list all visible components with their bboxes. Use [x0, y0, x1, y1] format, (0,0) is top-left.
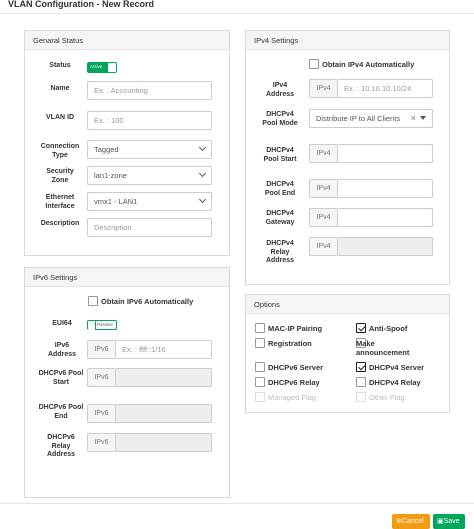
vlan-id-input[interactable]: Ex. : 100	[87, 111, 212, 130]
vlan-id-label: VLAN ID	[46, 114, 74, 121]
ipv4-settings-header: IPv4 Settings	[246, 31, 449, 50]
dhcpv4-pool-start-input[interactable]	[337, 144, 433, 163]
dhcpv6-server-label: DHCPv6 Server	[268, 363, 324, 372]
obtain-ipv6-checkbox[interactable]	[88, 296, 98, 306]
dhcpv6-pool-end-label: DHCPv6 Pool End	[38, 404, 84, 420]
status-toggle-knob	[108, 63, 116, 72]
dhcpv6-relay-label: DHCPv6 Relay Address	[46, 434, 75, 459]
anti-spoof-checkbox[interactable]	[356, 323, 366, 333]
ipv4-address-input[interactable]: Ex. : 10.10.10.10/24	[337, 79, 433, 98]
window-titlebar: VLAN Configuration - New Record	[0, 0, 474, 14]
dhcpv4-relay-label: DHCPv4 Relay Address	[265, 240, 294, 265]
dhcpv6-pool-start-input	[115, 368, 212, 387]
dhcpv6-pool-end-addon: IPv6	[87, 404, 115, 423]
cancel-button[interactable]: ⊘Cancel	[392, 514, 430, 529]
other-flag-label: Other Flag	[369, 393, 405, 402]
make-announcement-label: Make announcement	[356, 339, 410, 357]
cancel-button-label: Cancel	[401, 518, 424, 525]
obtain-ipv4-checkbox[interactable]	[309, 59, 319, 69]
chevron-down-icon	[198, 143, 207, 152]
dhcpv4-pool-mode-select[interactable]: Distribute IP to All Clients ×	[309, 109, 433, 128]
dhcpv4-pool-mode-value: Distribute IP to All Clients	[316, 114, 401, 123]
eui64-toggle[interactable]: Passive	[87, 320, 117, 330]
security-zone-value: lan1-zone	[94, 171, 127, 180]
chevron-down-icon	[198, 169, 207, 178]
dhcpv6-server-checkbox[interactable]	[255, 362, 265, 372]
chevron-down-icon	[198, 195, 207, 204]
dhcpv6-relay-option-label: DHCPv6 Relay	[268, 378, 320, 387]
save-button[interactable]: ▣Save	[433, 514, 465, 529]
obtain-ipv6-label: Obtain IPv6 Automatically	[101, 297, 194, 306]
dhcpv4-relay-option-label: DHCPv4 Relay	[369, 378, 421, 387]
dhcpv4-pool-end-label: DHCPv4 Pool End	[264, 181, 296, 197]
ipv4-address-label: IPv4 Address	[265, 82, 294, 98]
save-button-label: Save	[443, 518, 460, 525]
dhcpv4-gateway-input[interactable]	[337, 208, 433, 227]
dhcpv4-pool-end-input[interactable]	[337, 179, 433, 198]
dhcpv4-gateway-label: DHCPv4 Gateway	[265, 210, 295, 226]
close-icon[interactable]: ×	[411, 110, 416, 127]
name-input[interactable]: Ex. : Accounting	[87, 81, 212, 100]
dhcpv6-relay-checkbox[interactable]	[255, 377, 265, 387]
window-title: VLAN Configuration - New Record	[8, 0, 154, 9]
ethernet-interface-select[interactable]: vmx1 - LAN1	[87, 192, 212, 211]
ipv6-address-input[interactable]: Ex. : ffff::1/16	[115, 340, 212, 359]
dhcpv6-relay-addon: IPv6	[87, 433, 115, 452]
description-input[interactable]: Description	[87, 218, 212, 237]
dhcpv6-pool-end-input	[115, 404, 212, 423]
dhcpv4-gateway-addon: IPv4	[309, 208, 337, 227]
ethernet-interface-value: vmx1 - LAN1	[94, 197, 138, 206]
dhcpv4-relay-input	[337, 237, 433, 256]
status-toggle[interactable]: Active	[87, 62, 117, 73]
security-zone-label: Security Zone	[46, 168, 74, 184]
chevron-down-icon	[420, 116, 426, 120]
ipv6-settings-header: IPv6 Settings	[25, 268, 229, 287]
ipv4-address-addon: IPv4	[309, 79, 337, 98]
dhcpv4-server-label: DHCPv4 Server	[369, 363, 425, 372]
ipv6-address-label: IPv6 Address	[47, 342, 76, 358]
name-label: Name	[50, 85, 70, 92]
registration-label: Registration	[268, 339, 312, 348]
connection-type-select[interactable]: Tagged	[87, 140, 212, 159]
anti-spoof-label: Anti-Spoof	[369, 324, 408, 333]
connection-type-label: Connection Type	[40, 143, 80, 159]
dhcpv6-relay-input	[115, 433, 212, 452]
mac-ip-pairing-label: MAC-IP Pairing	[268, 324, 323, 333]
managed-flag-checkbox	[255, 392, 265, 402]
dhcpv4-pool-mode-label: DHCPv4 Pool Mode	[262, 111, 298, 127]
obtain-ipv4-label: Obtain IPv4 Automatically	[322, 60, 415, 69]
description-label: Description	[40, 220, 80, 227]
ethernet-interface-label: Ethernet Interface	[45, 194, 75, 210]
ipv6-address-addon: IPv6	[87, 340, 115, 359]
other-flag-checkbox	[356, 392, 366, 402]
eui64-toggle-text: Passive	[97, 322, 113, 327]
security-zone-select[interactable]: lan1-zone	[87, 166, 212, 185]
dhcpv4-pool-end-addon: IPv4	[309, 179, 337, 198]
dhcpv4-relay-addon: IPv4	[309, 237, 337, 256]
dhcpv6-pool-start-addon: IPv6	[87, 368, 115, 387]
dhcpv4-relay-checkbox[interactable]	[356, 377, 366, 387]
status-label: Status	[49, 62, 71, 69]
mac-ip-pairing-checkbox[interactable]	[255, 323, 265, 333]
dhcpv4-server-checkbox[interactable]	[356, 362, 366, 372]
status-toggle-text: Active	[90, 63, 103, 69]
dhcpv6-pool-start-label: DHCPv6 Pool Start	[38, 370, 84, 386]
dhcpv4-pool-start-addon: IPv4	[309, 144, 337, 163]
registration-checkbox[interactable]	[255, 338, 265, 348]
dhcpv4-pool-start-label: DHCPv4 Pool Start	[263, 147, 297, 163]
general-status-header: Genaral Status	[25, 31, 229, 50]
eui64-toggle-knob	[88, 321, 96, 330]
modal-footer: ⊘Cancel ▣Save	[0, 503, 474, 529]
eui64-label: EUI64	[52, 320, 72, 327]
options-header: Options	[246, 295, 449, 314]
managed-flag-label: Managed Flag	[268, 393, 316, 402]
connection-type-value: Tagged	[94, 145, 119, 154]
save-icon: ▣	[437, 518, 444, 525]
